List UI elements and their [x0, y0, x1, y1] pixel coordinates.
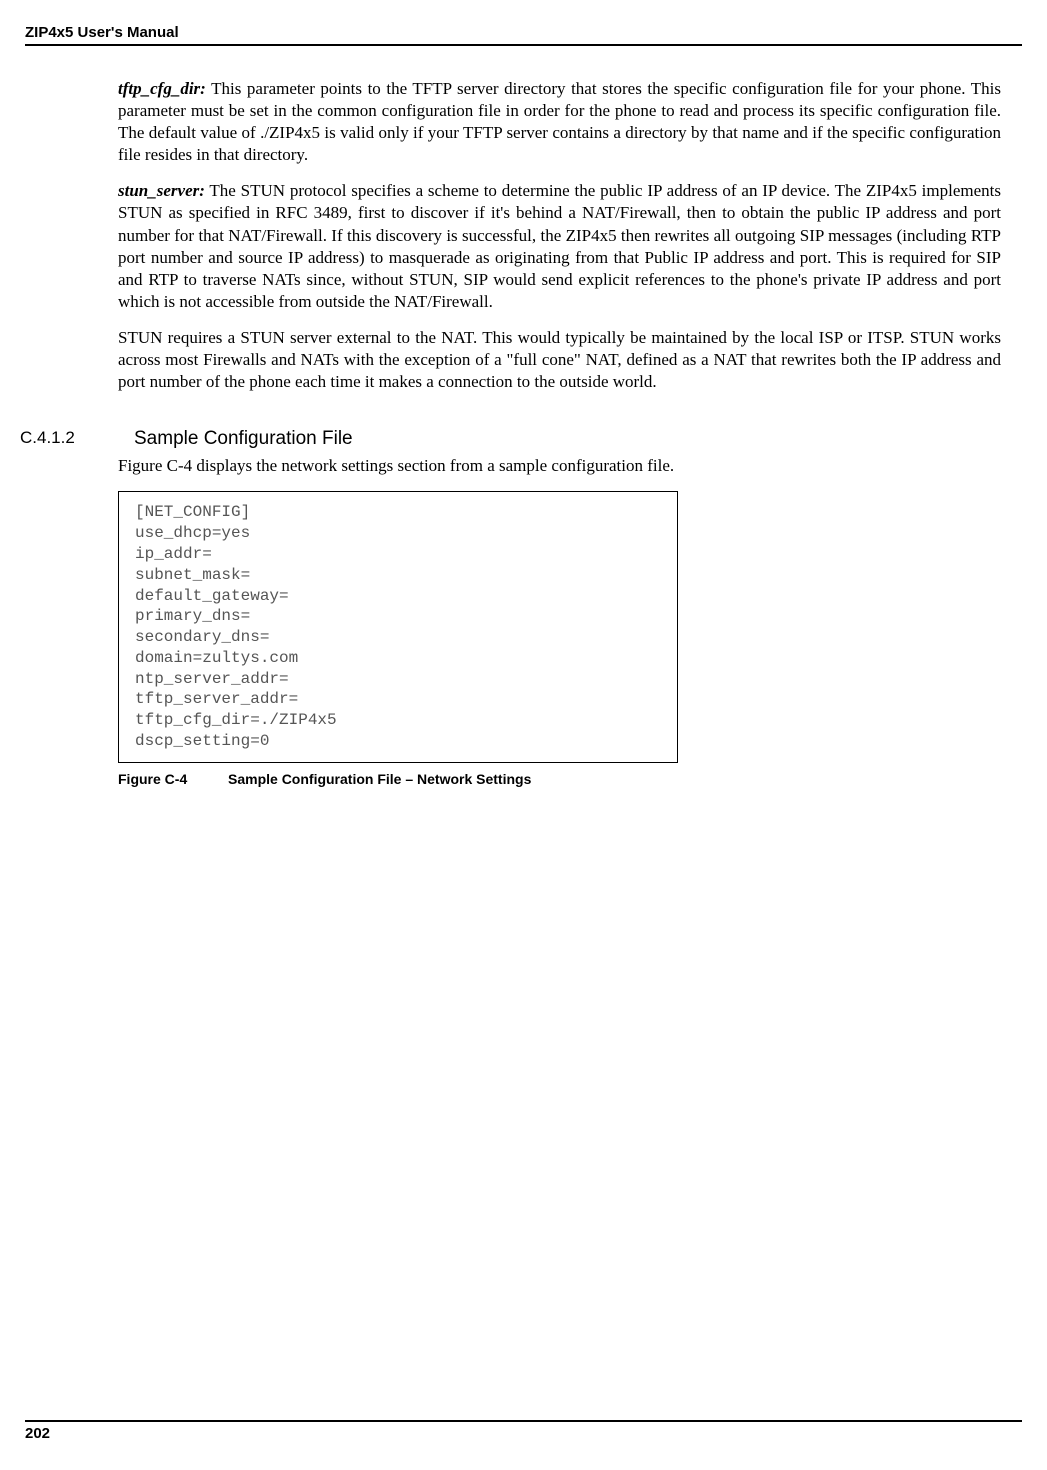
paragraph-tftp: tftp_cfg_dir: This parameter points to t… — [118, 78, 1001, 166]
figure-caption: Figure C-4Sample Configuration File – Ne… — [118, 771, 1001, 787]
main-content: tftp_cfg_dir: This parameter points to t… — [118, 78, 1001, 787]
code-line: subnet_mask= — [135, 565, 661, 586]
code-line: tftp_server_addr= — [135, 689, 661, 710]
code-line: domain=zultys.com — [135, 648, 661, 669]
manual-title: ZIP4x5 User's Manual — [25, 24, 1022, 41]
param-text-tftp: This parameter points to the TFTP server… — [118, 79, 1001, 164]
code-line: secondary_dns= — [135, 627, 661, 648]
code-line: ip_addr= — [135, 544, 661, 565]
code-line: [NET_CONFIG] — [135, 502, 661, 523]
paragraph-stun-cont: STUN requires a STUN server external to … — [118, 327, 1001, 393]
code-line: use_dhcp=yes — [135, 523, 661, 544]
header-rule — [25, 44, 1022, 46]
config-code-box: [NET_CONFIG] use_dhcp=yes ip_addr= subne… — [118, 491, 678, 763]
page-footer: 202 — [25, 1420, 1022, 1442]
page-number: 202 — [25, 1425, 1022, 1442]
paragraph-stun: stun_server: The STUN protocol specifies… — [118, 180, 1001, 313]
section-intro: Figure C-4 displays the network settings… — [118, 455, 1001, 477]
code-line: tftp_cfg_dir=./ZIP4x5 — [135, 710, 661, 731]
footer-rule — [25, 1420, 1022, 1422]
figure-title: Sample Configuration File – Network Sett… — [228, 771, 531, 787]
code-line: default_gateway= — [135, 586, 661, 607]
code-line: primary_dns= — [135, 606, 661, 627]
page-header: ZIP4x5 User's Manual — [25, 24, 1022, 46]
code-line: dscp_setting=0 — [135, 731, 661, 752]
section-title: Sample Configuration File — [134, 428, 353, 450]
section-heading-row: C.4.1.2 Sample Configuration File — [118, 428, 1001, 450]
figure-number: Figure C-4 — [118, 771, 228, 787]
param-text-stun: The STUN protocol specifies a scheme to … — [118, 181, 1001, 310]
section-number: C.4.1.2 — [0, 428, 134, 450]
code-line: ntp_server_addr= — [135, 669, 661, 690]
param-label-tftp: tftp_cfg_dir: — [118, 79, 206, 98]
param-label-stun: stun_server: — [118, 181, 205, 200]
